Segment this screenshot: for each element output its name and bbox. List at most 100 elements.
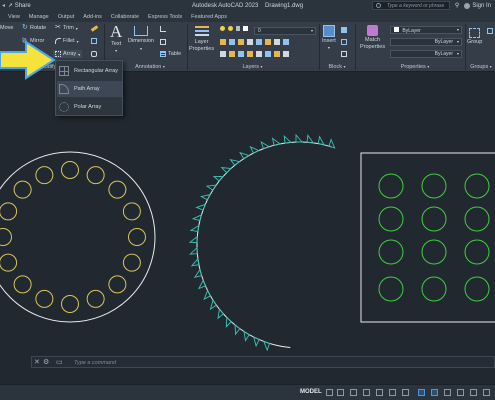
tab-express-tools[interactable]: Express Tools: [148, 13, 182, 22]
rotate-button[interactable]: ↻ Rotate: [22, 24, 46, 31]
layer-tool-icon[interactable]: [220, 51, 226, 57]
polar-array-circle[interactable]: [128, 228, 146, 246]
rect-array-circle[interactable]: [464, 173, 490, 199]
grid-icon[interactable]: [326, 389, 333, 396]
layer-tool-icon[interactable]: [283, 51, 289, 57]
match-properties-button[interactable]: Match Properties: [360, 25, 385, 50]
layer-tool-icon[interactable]: [229, 51, 235, 57]
mtext-button[interactable]: [160, 39, 166, 45]
path-array-triangle[interactable]: [199, 193, 212, 201]
linetype-dropdown[interactable]: ByLayer ▾: [390, 38, 462, 46]
polar-outline-circle[interactable]: [0, 151, 156, 323]
layer-properties-button[interactable]: Layer Properties: [189, 26, 214, 52]
customization-icon[interactable]: [483, 389, 490, 396]
color-swatch-icon[interactable]: [243, 26, 248, 31]
layer-tool-icon[interactable]: [247, 51, 253, 57]
layer-tool-icon[interactable]: [274, 39, 280, 45]
rect-array-circle[interactable]: [421, 206, 447, 232]
edit-block-button[interactable]: [341, 39, 347, 45]
wrench-icon[interactable]: ⚙: [43, 358, 49, 366]
create-block-button[interactable]: [341, 27, 347, 33]
copy-small-button[interactable]: [91, 38, 97, 44]
tab-view[interactable]: View: [8, 13, 20, 22]
block-attributes-button[interactable]: [341, 51, 347, 57]
sign-in-button[interactable]: Sign In: [464, 2, 491, 9]
polar-tracking-icon[interactable]: [376, 389, 383, 396]
layer-tool-icon[interactable]: [220, 39, 226, 45]
lineweight-dropdown[interactable]: ByLayer ▾: [390, 50, 462, 58]
trim-button[interactable]: ✂ Trim ▾: [55, 24, 78, 31]
snap-icon[interactable]: [337, 389, 344, 396]
rect-array-circle[interactable]: [378, 206, 404, 232]
rect-array-boundary[interactable]: [360, 152, 495, 323]
keyword-search-input[interactable]: Type a keyword or phrase: [371, 1, 450, 10]
layer-tool-icon[interactable]: [256, 39, 262, 45]
path-array-triangle[interactable]: [189, 224, 200, 233]
rectangular-array-group[interactable]: [360, 152, 495, 323]
polar-array-circle[interactable]: [0, 202, 18, 221]
polar-array-circle[interactable]: [13, 180, 32, 199]
isodraft-icon[interactable]: [389, 389, 396, 396]
polar-array-circle[interactable]: [86, 289, 105, 308]
object-snap-tracking-icon[interactable]: [402, 389, 409, 396]
polar-array-group[interactable]: [0, 151, 156, 323]
dynamic-input-icon[interactable]: [363, 389, 370, 396]
path-array-curve[interactable]: [196, 141, 332, 348]
path-array-option[interactable]: Path Array: [57, 81, 122, 97]
color-dropdown[interactable]: ByLayer ▾: [390, 26, 462, 34]
path-array-group[interactable]: [188, 133, 336, 352]
polar-array-circle[interactable]: [0, 228, 12, 246]
array-button[interactable]: Array ▾: [53, 50, 83, 58]
polar-array-circle[interactable]: [61, 161, 79, 179]
transparency-icon[interactable]: [444, 389, 451, 396]
rect-array-circle[interactable]: [378, 276, 404, 302]
text-button[interactable]: A Text ▾: [110, 23, 122, 53]
path-array-triangle[interactable]: [253, 336, 260, 348]
rect-array-circle[interactable]: [464, 206, 490, 232]
layer-tool-icon[interactable]: [283, 39, 289, 45]
polar-array-circle[interactable]: [35, 166, 54, 185]
layer-tool-icon[interactable]: [247, 39, 253, 45]
group-button[interactable]: Group: [467, 28, 482, 45]
fillet-button[interactable]: Fillet ▾: [55, 38, 79, 44]
block-panel-title[interactable]: Block ▾: [322, 63, 352, 71]
polar-array-circle[interactable]: [86, 166, 105, 185]
layers-panel-title[interactable]: Layers ▾: [225, 63, 280, 71]
dimension-button[interactable]: Dimension ▾: [128, 26, 154, 51]
polar-array-circle[interactable]: [108, 275, 127, 294]
lock-icon[interactable]: [236, 26, 240, 31]
ortho-icon[interactable]: [350, 389, 357, 396]
path-array-triangle[interactable]: [191, 213, 203, 222]
polar-array-circle[interactable]: [122, 202, 141, 221]
command-line[interactable]: ✕ ⚙ ▭ Type a command: [31, 356, 495, 368]
path-array-triangle[interactable]: [205, 184, 218, 191]
sun-icon[interactable]: [228, 26, 233, 31]
command-input[interactable]: Type a command: [74, 360, 116, 366]
tab-collaborate[interactable]: Collaborate: [111, 13, 139, 22]
path-array-triangle[interactable]: [243, 330, 250, 342]
path-array-triangle[interactable]: [271, 137, 282, 146]
lineweight-icon[interactable]: [431, 389, 438, 396]
ungroup-button[interactable]: [487, 28, 493, 34]
rect-array-circle[interactable]: [378, 173, 404, 199]
path-array-triangle[interactable]: [220, 167, 232, 174]
properties-panel-title[interactable]: Properties ▾: [380, 63, 450, 71]
model-space-button[interactable]: MODEL: [300, 389, 322, 395]
layer-tool-icon[interactable]: [256, 51, 262, 57]
polar-array-circle[interactable]: [0, 253, 18, 272]
path-array-triangle[interactable]: [189, 246, 198, 255]
path-array-triangle[interactable]: [197, 279, 206, 290]
path-array-triangle[interactable]: [283, 134, 293, 144]
tab-featured-apps[interactable]: Featured Apps: [191, 13, 227, 22]
erase-button[interactable]: [90, 25, 99, 32]
path-array-triangle[interactable]: [317, 135, 325, 146]
path-array-triangle[interactable]: [229, 159, 241, 166]
table-button[interactable]: Table: [160, 51, 181, 57]
groups-panel-title[interactable]: Groups ▾: [467, 63, 495, 71]
path-array-triangle[interactable]: [249, 145, 260, 154]
path-array-triangle[interactable]: [225, 316, 232, 328]
tab-add-ins[interactable]: Add-ins: [83, 13, 102, 22]
polar-array-circle[interactable]: [122, 253, 141, 272]
layer-tool-icon[interactable]: [229, 39, 235, 45]
command-prompt-icon[interactable]: ▭: [56, 358, 63, 366]
